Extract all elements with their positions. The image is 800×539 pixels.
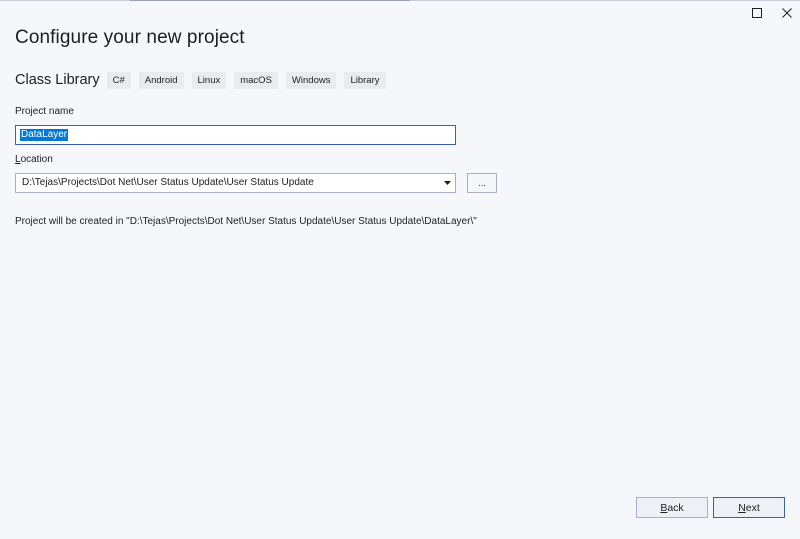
- maximize-button[interactable]: [748, 5, 766, 21]
- next-button[interactable]: Next: [713, 497, 785, 518]
- browse-button[interactable]: ...: [467, 173, 497, 193]
- back-button-text: ack: [667, 501, 684, 514]
- template-name: Class Library: [15, 72, 100, 88]
- template-tag: Android: [138, 71, 184, 89]
- project-name-input[interactable]: DataLayer: [15, 125, 456, 145]
- project-path-info: Project will be created in "D:\Tejas\Pro…: [15, 216, 477, 227]
- window-top-accent: [130, 0, 410, 1]
- next-button-text: ext: [745, 501, 760, 514]
- location-combobox[interactable]: D:\Tejas\Projects\Dot Net\User Status Up…: [15, 173, 456, 193]
- location-label: Location: [15, 154, 53, 165]
- project-name-value: DataLayer: [20, 129, 69, 141]
- template-tag: macOS: [234, 71, 278, 89]
- location-label-text: ocation: [20, 154, 53, 165]
- back-button-accelerator: B: [660, 501, 668, 514]
- close-icon: [782, 8, 792, 18]
- dropdown-arrow-icon[interactable]: [441, 174, 453, 192]
- template-tag: C#: [106, 71, 131, 89]
- template-summary: Class Library C# Android Linux macOS Win…: [15, 70, 394, 90]
- back-button[interactable]: Back: [636, 497, 708, 518]
- next-button-accelerator: N: [738, 501, 746, 514]
- close-button[interactable]: [778, 5, 796, 21]
- page-title: Configure your new project: [15, 27, 245, 48]
- project-name-label: Project name: [15, 106, 74, 117]
- maximize-icon: [752, 8, 762, 18]
- window-top-border: [0, 0, 800, 1]
- location-value: D:\Tejas\Projects\Dot Net\User Status Up…: [22, 177, 314, 188]
- template-tag: Library: [344, 71, 386, 89]
- template-tag: Windows: [285, 71, 337, 89]
- template-tag: Linux: [191, 71, 227, 89]
